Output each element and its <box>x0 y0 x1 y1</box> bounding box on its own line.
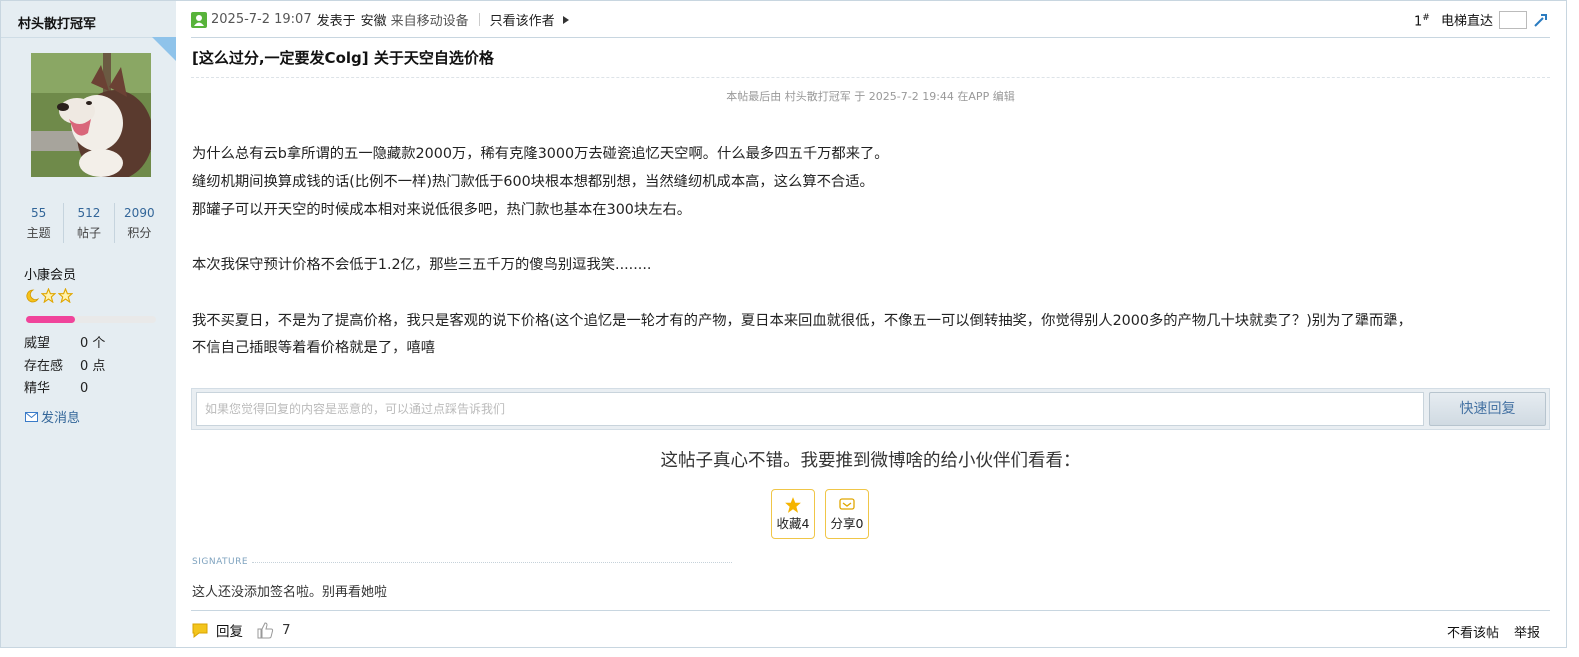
quick-reply-button[interactable]: 快速回复 <box>1429 392 1546 426</box>
attr-prestige: 威望 0 个 <box>24 332 105 351</box>
post-footer: 回复 7 <box>191 620 291 640</box>
post-paragraph: 缝纫机期间换算成钱的话(比例不一样)热门款低于600块根本想都别想，当然缝纫机成… <box>192 174 874 190</box>
stat-value[interactable]: 2090 <box>115 203 164 223</box>
attr-essence: 精华 0 <box>24 377 88 396</box>
divider <box>252 561 732 563</box>
author-sidebar: 村头散打冠军 55 主题 512 帖子 2090 积分 小康会员 威望 0 个 … <box>1 1 176 647</box>
star-icon <box>785 497 801 513</box>
stat-value[interactable]: 512 <box>64 203 113 223</box>
user-icon <box>191 11 207 28</box>
elevator-input[interactable] <box>1499 10 1528 29</box>
divider <box>191 37 1550 38</box>
stat-label: 积分 <box>127 226 152 240</box>
stat-points[interactable]: 2090 积分 <box>113 203 164 243</box>
stat-label: 帖子 <box>76 226 101 240</box>
stat-threads[interactable]: 55 主题 <box>14 203 63 243</box>
attr-label: 威望 <box>24 336 51 351</box>
post-paragraph: 我不买夏日，不是为了提高价格，我只是客观的说下价格(这个追忆是一轮才有的产物，夏… <box>192 313 1412 329</box>
attr-label: 精华 <box>24 381 51 396</box>
elevator-jump: 电梯直达 <box>1441 10 1549 29</box>
attr-value: 0 个 <box>80 336 106 351</box>
attr-label: 存在感 <box>24 359 64 374</box>
post-paragraph: 不信自己插眼等着看价格就是了，嘻嘻 <box>192 340 436 356</box>
elevator-go-icon[interactable] <box>1533 12 1549 28</box>
author-name[interactable]: 村头散打冠军 <box>18 13 96 32</box>
envelope-icon <box>25 411 38 422</box>
avatar[interactable] <box>31 53 151 177</box>
send-message-label: 发消息 <box>41 411 81 426</box>
envelope-icon <box>839 498 855 510</box>
corner-ribbon-icon <box>152 37 176 61</box>
stat-label: 主题 <box>26 226 51 240</box>
signature-text: 这人还没添加签名啦。别再看她啦 <box>192 585 388 600</box>
level-progress-fill <box>26 316 76 323</box>
signature-heading: SIGNATURE <box>192 557 732 567</box>
stat-posts[interactable]: 512 帖子 <box>63 203 113 243</box>
post-location: 安徽 <box>360 14 387 29</box>
post-device: 来自移动设备 <box>390 14 469 29</box>
post-paragraph: 为什么总有云b拿所谓的五一隐藏款2000万，稀有克隆3000万去碰瓷追忆天空啊。… <box>192 146 889 162</box>
hide-post-link[interactable]: 不看该帖 <box>1447 622 1499 641</box>
rank-icons <box>23 288 73 304</box>
favorite-button[interactable]: 收藏4 <box>771 489 815 539</box>
favorite-label: 收藏4 <box>776 516 810 531</box>
floor-number[interactable]: 1# <box>1414 13 1430 29</box>
floor-symbol: # <box>1422 13 1430 23</box>
posted-in-label: 发表于 <box>316 14 356 29</box>
signature-title: SIGNATURE <box>192 557 249 567</box>
share-prompt: 这帖子真心不错。我要推到微博啥的给小伙伴们看看： <box>660 451 1081 471</box>
send-message-link[interactable]: 发消息 <box>25 407 80 426</box>
edited-note: 本帖最后由 村头散打冠军 于 2025-7-2 19:44 在APP 编辑 <box>726 90 1015 103</box>
elevator-label: 电梯直达 <box>1441 14 1494 29</box>
post-time: 2025-7-2 19:07 <box>211 12 312 27</box>
reply-link[interactable]: 回复 <box>216 620 243 640</box>
triangle-right-icon <box>562 15 569 24</box>
stat-value[interactable]: 55 <box>14 203 63 223</box>
share-label: 分享0 <box>830 516 864 531</box>
thumb-up-icon[interactable] <box>255 620 275 640</box>
star-icon <box>41 288 56 303</box>
divider <box>191 610 1550 611</box>
attr-presence: 存在感 0 点 <box>24 355 105 374</box>
quick-reply-bar: 如果您觉得回复的内容是恶意的，可以通过点踩告诉我们 快速回复 <box>191 388 1550 430</box>
speech-bubble-icon <box>192 623 208 638</box>
divider <box>1 37 176 38</box>
post-meta: 2025-7-2 19:07 发表于 安徽 来自移动设备 只看该作者 <box>191 10 571 29</box>
moon-icon <box>26 289 39 303</box>
attr-value: 0 点 <box>80 359 106 374</box>
quick-reply-input[interactable]: 如果您觉得回复的内容是恶意的，可以通过点踩告诉我们 <box>196 392 1424 426</box>
post-paragraph: 本次我保守预计价格不会低于1.2亿，那些三五千万的傻鸟别逗我笑........ <box>192 257 652 273</box>
footer-right: 不看该帖 举报 <box>1447 622 1540 641</box>
report-link[interactable]: 举报 <box>1514 622 1540 641</box>
level-progress-bar <box>26 316 156 323</box>
divider <box>191 77 1550 78</box>
author-stats: 55 主题 512 帖子 2090 积分 <box>14 203 164 243</box>
member-group[interactable]: 小康会员 <box>24 264 76 283</box>
share-button[interactable]: 分享0 <box>825 489 869 539</box>
star-icon <box>58 288 73 303</box>
post-actions: 收藏4 分享0 <box>771 489 869 539</box>
post-title: [这么过分,一定要发Colg] 关于天空自选价格 <box>192 49 494 67</box>
like-count: 7 <box>282 622 291 638</box>
divider <box>478 13 480 26</box>
post-paragraph: 那罐子可以开天空的时候成本相对来说低很多吧，热门款也基本在300块左右。 <box>192 202 692 218</box>
attr-value: 0 <box>80 381 89 396</box>
only-author-link[interactable]: 只看该作者 <box>490 10 555 29</box>
